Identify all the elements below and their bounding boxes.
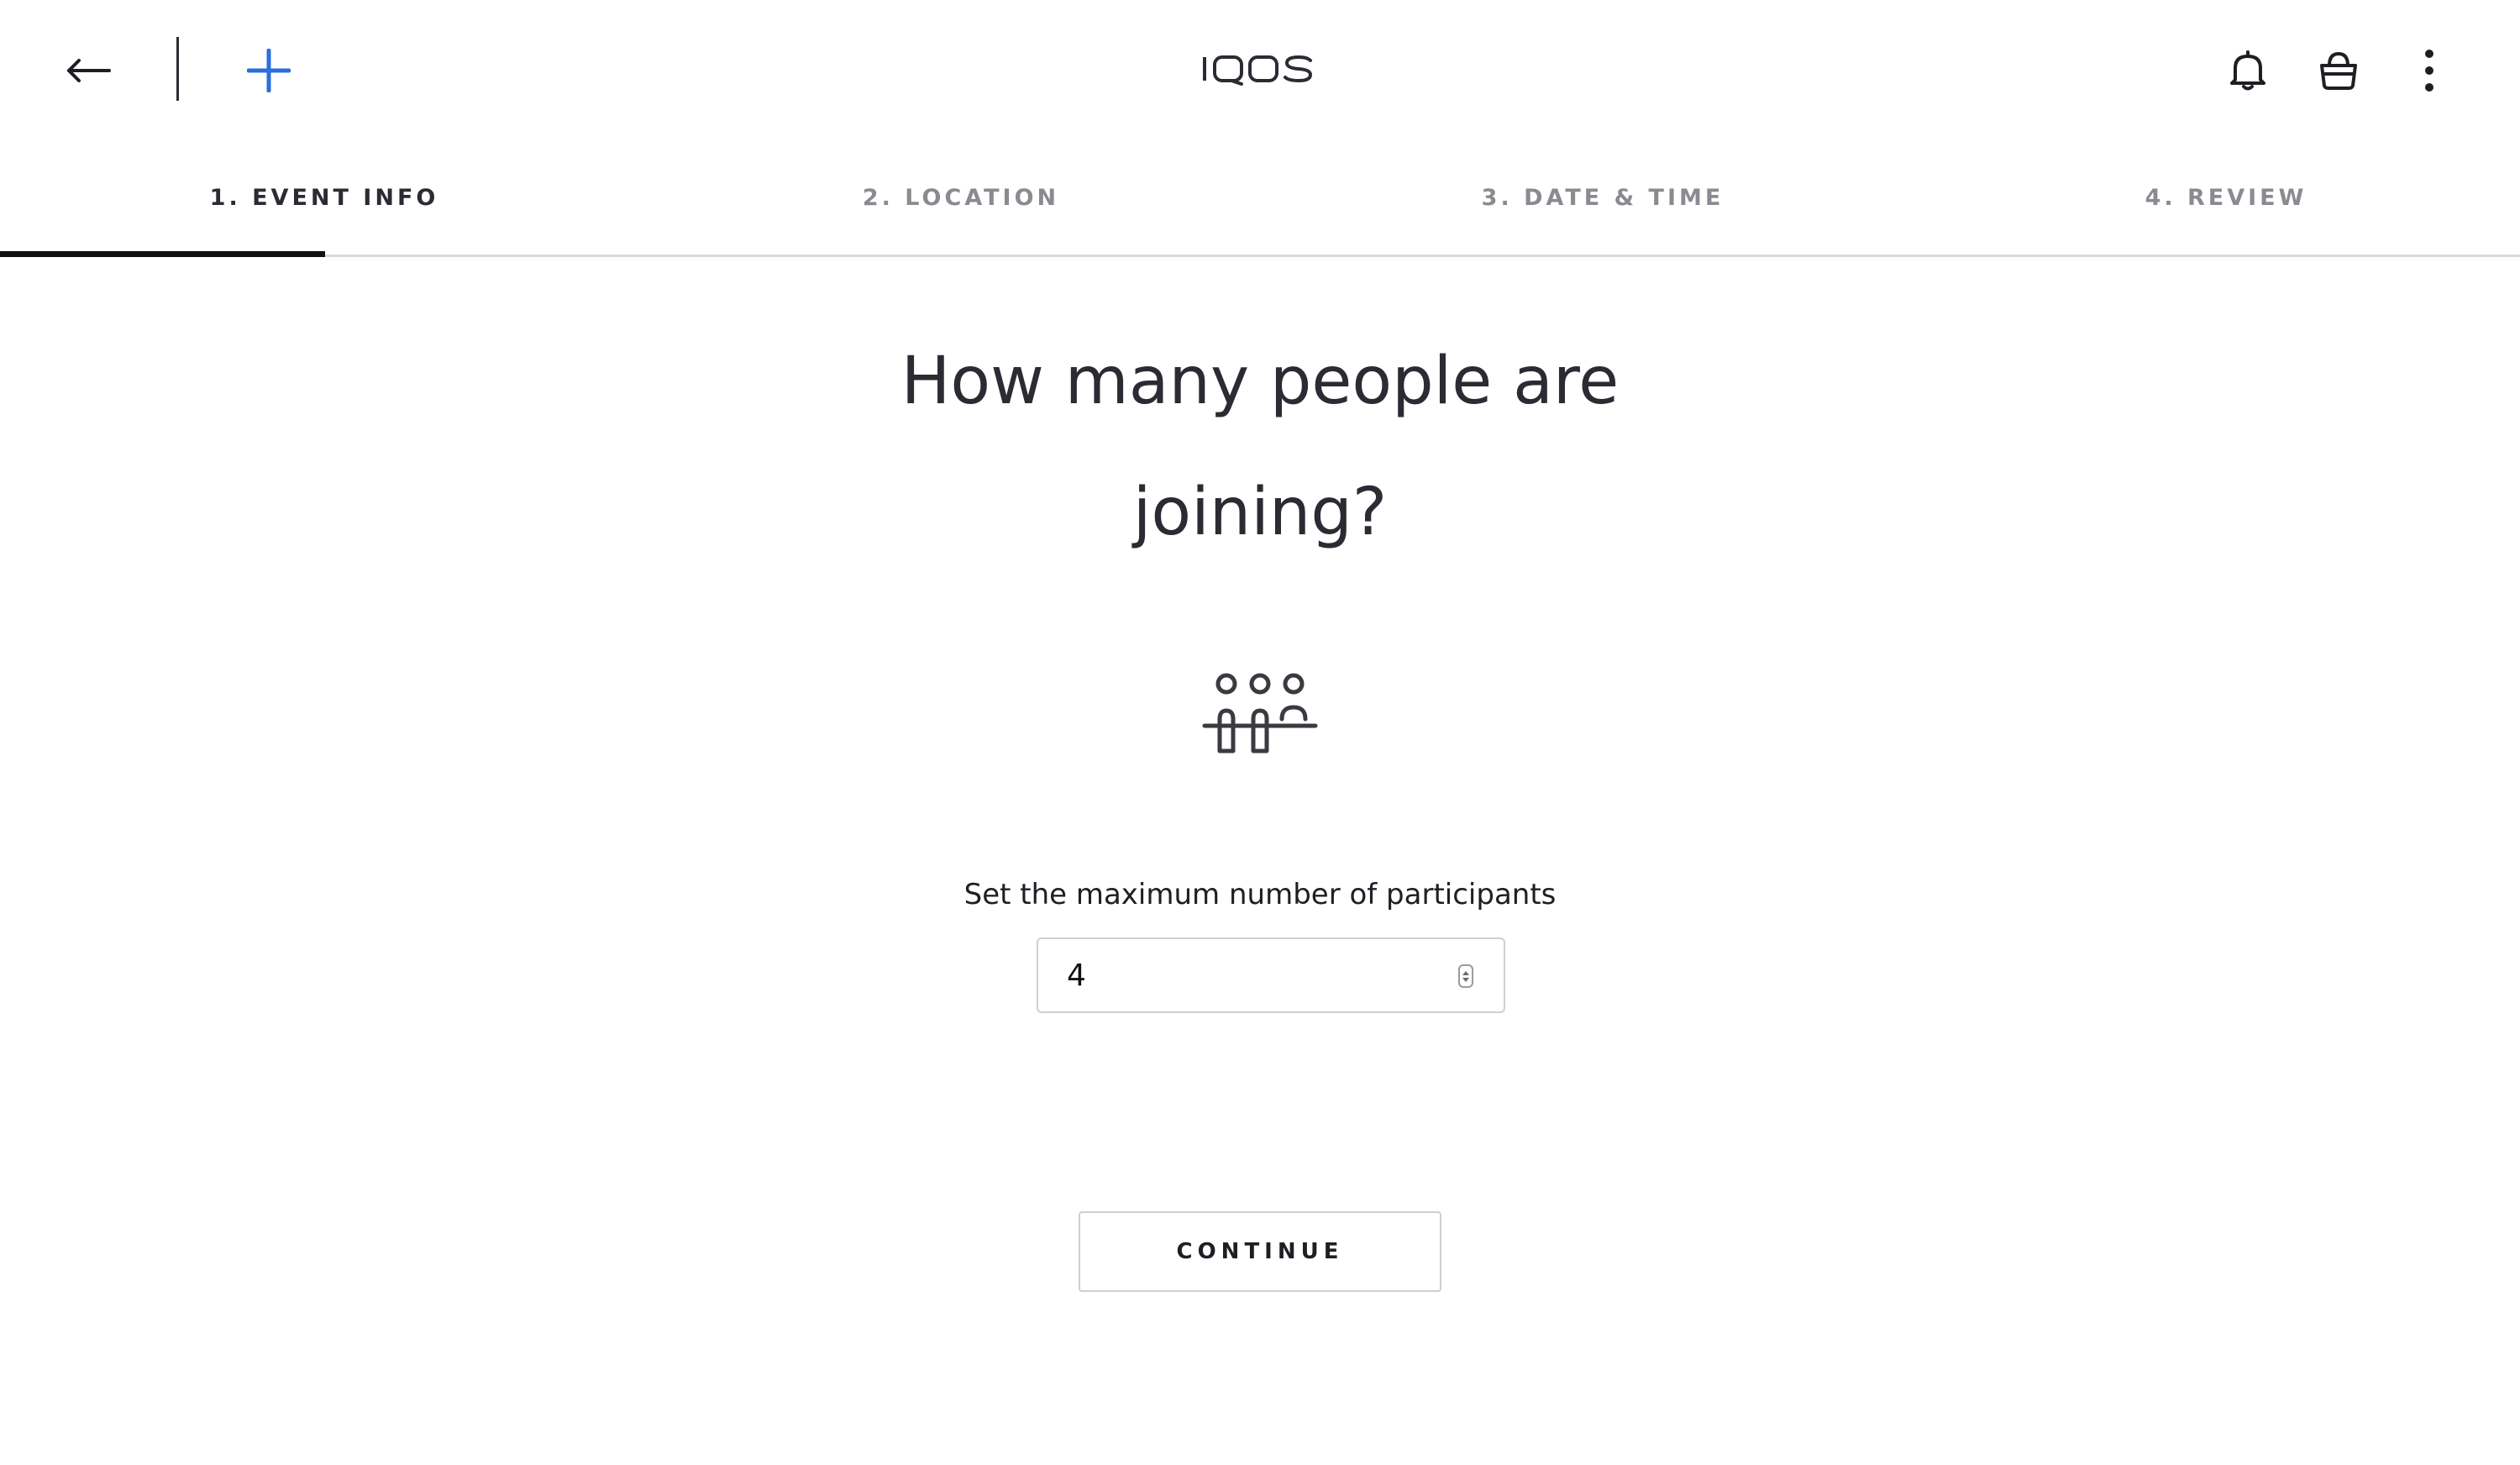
tab-date-time[interactable]: 3. DATE & TIME — [1435, 138, 1771, 257]
continue-button[interactable]: CONTINUE — [1079, 1211, 1441, 1292]
back-arrow-icon — [67, 59, 111, 82]
notifications-button[interactable] — [2214, 37, 2281, 104]
tab-review[interactable]: 4. REVIEW — [2058, 138, 2394, 257]
participants-field — [1037, 937, 1505, 1013]
question-line-2: joining? — [1132, 475, 1388, 550]
header-divider — [176, 37, 179, 101]
group-of-people-icon — [1202, 673, 1318, 754]
tab-label: 4. REVIEW — [2145, 184, 2307, 211]
plus-icon — [247, 49, 291, 92]
tab-label: 3. DATE & TIME — [1481, 184, 1725, 211]
tab-location[interactable]: 2. LOCATION — [793, 138, 1129, 257]
more-options-button[interactable] — [2396, 37, 2463, 104]
shopping-bag-icon — [2320, 51, 2357, 90]
question-line-1: How many people are — [900, 344, 1620, 419]
participants-input[interactable] — [1038, 939, 1441, 1011]
tab-label: 1. EVENT INFO — [209, 184, 439, 211]
back-button[interactable] — [55, 37, 123, 104]
bell-icon — [2230, 50, 2265, 91]
step-tabs: 1. EVENT INFO 2. LOCATION 3. DATE & TIME… — [0, 138, 2520, 257]
add-button[interactable] — [234, 35, 304, 106]
stepper-up-icon[interactable] — [1462, 970, 1469, 975]
participants-label: Set the maximum number of participants — [963, 878, 1557, 911]
tab-label: 2. LOCATION — [862, 184, 1060, 211]
active-tab-indicator — [0, 251, 325, 257]
top-app-bar — [0, 0, 2520, 138]
more-vertical-icon — [2425, 50, 2433, 92]
iqos-logo — [1203, 55, 1313, 86]
tab-event-info[interactable]: 1. EVENT INFO — [156, 138, 492, 257]
participants-stepper[interactable] — [1458, 964, 1473, 988]
cart-button[interactable] — [2305, 37, 2372, 104]
page-question: How many people are joining? — [756, 316, 1764, 578]
stepper-down-icon[interactable] — [1462, 977, 1469, 982]
